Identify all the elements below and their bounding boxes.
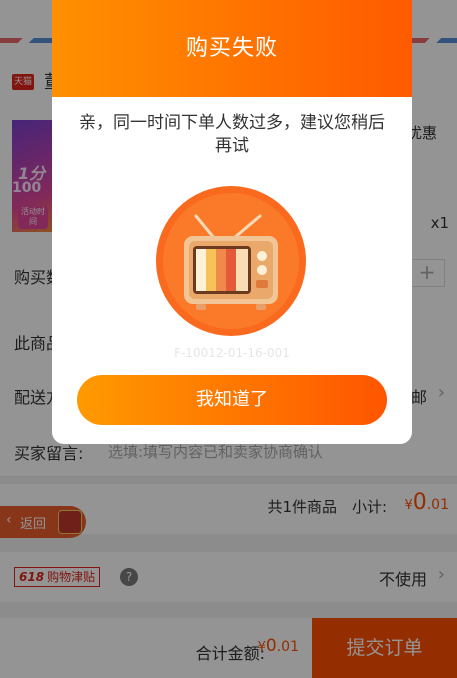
error-code: F-10012-01-16-001 — [174, 346, 290, 360]
dialog-title: 购买失败 — [52, 0, 412, 97]
dialog-message: 亲，同一时间下单人数过多，建议您稍后再试 — [79, 113, 385, 156]
confirm-button[interactable]: 我知道了 — [77, 375, 387, 425]
tv-illustration-icon — [156, 186, 306, 336]
purchase-failed-dialog: 购买失败 亲，同一时间下单人数过多，建议您稍后再试 F-10012-01-16-… — [52, 0, 412, 444]
